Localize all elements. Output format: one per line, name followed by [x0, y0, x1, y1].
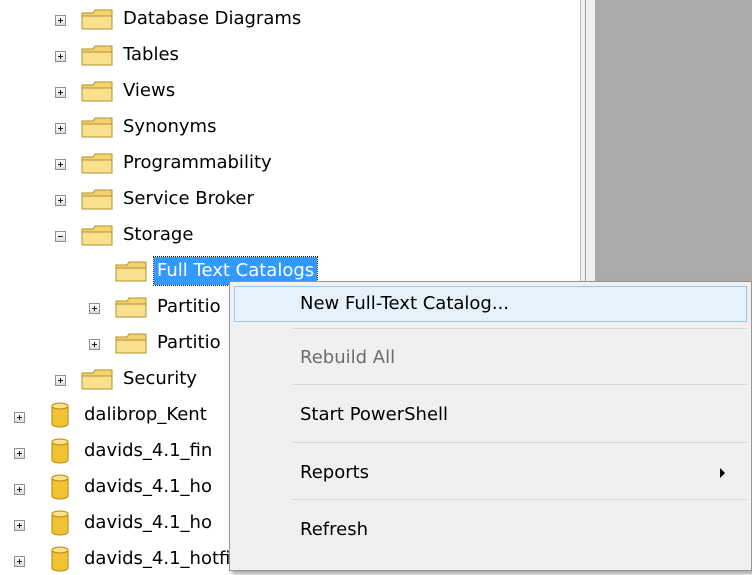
- expand-plus-icon[interactable]: [14, 484, 25, 495]
- menu-separator: [292, 499, 747, 500]
- database-icon: [51, 438, 69, 464]
- database-icon: [51, 474, 69, 500]
- tree-node-label: Security: [123, 368, 197, 389]
- tree-node-label: Database Diagrams: [123, 8, 302, 29]
- expand-plus-icon[interactable]: [55, 159, 66, 170]
- folder-icon: [81, 9, 113, 30]
- database-icon: [51, 510, 69, 536]
- expand-plus-icon[interactable]: [14, 448, 25, 459]
- folder-icon: [81, 153, 113, 174]
- menu-item-label: Reports: [300, 462, 370, 483]
- tree-node-label: davids_4.1_fin: [84, 440, 213, 461]
- tree-node-label: Partitio: [157, 332, 221, 353]
- tree-node-label: Service Broker: [123, 188, 254, 209]
- expand-plus-icon[interactable]: [55, 123, 66, 134]
- database-icon: [51, 402, 69, 428]
- collapse-minus-icon[interactable]: [55, 231, 66, 242]
- submenu-arrow-icon: [720, 468, 725, 478]
- expand-plus-icon[interactable]: [55, 87, 66, 98]
- folder-icon: [115, 333, 147, 354]
- folder-icon: [115, 261, 147, 282]
- menu-separator: [292, 328, 747, 329]
- expand-plus-icon[interactable]: [14, 520, 25, 531]
- menu-item-label: New Full-Text Catalog...: [300, 293, 510, 314]
- tree-node-label: Storage: [123, 224, 194, 245]
- menu-item-start-powershell[interactable]: Start PowerShell: [234, 397, 747, 433]
- expand-plus-icon[interactable]: [55, 195, 66, 206]
- expand-plus-icon[interactable]: [14, 412, 25, 423]
- folder-icon: [81, 189, 113, 210]
- folder-icon: [81, 369, 113, 390]
- expand-plus-icon[interactable]: [89, 339, 100, 350]
- tree-node-label: Synonyms: [123, 116, 217, 137]
- tree-node-label: Views: [123, 80, 176, 101]
- expand-plus-icon[interactable]: [55, 375, 66, 386]
- menu-item-new-full-text-catalog[interactable]: New Full-Text Catalog...: [234, 286, 747, 322]
- database-icon: [51, 546, 69, 572]
- menu-separator: [292, 384, 747, 385]
- menu-separator: [292, 442, 747, 443]
- folder-icon: [115, 297, 147, 318]
- menu-item-label: Start PowerShell: [300, 404, 449, 425]
- folder-icon: [81, 81, 113, 102]
- menu-item-label: Rebuild All: [300, 347, 396, 368]
- menu-item-label: Refresh: [300, 519, 368, 540]
- tree-node-label: dalibrop_Kent: [84, 404, 207, 425]
- context-menu: New Full-Text Catalog... Rebuild All Sta…: [229, 281, 752, 571]
- tree-node-label: davids_4.1_ho: [84, 512, 212, 533]
- expand-plus-icon[interactable]: [55, 51, 66, 62]
- expand-plus-icon[interactable]: [55, 15, 66, 26]
- tree-node-label: Programmability: [123, 152, 272, 173]
- tree-node-label: Tables: [123, 44, 179, 65]
- menu-item-refresh[interactable]: Refresh: [234, 512, 747, 548]
- menu-item-reports[interactable]: Reports: [234, 455, 747, 491]
- folder-icon: [81, 225, 113, 246]
- expand-plus-icon[interactable]: [89, 303, 100, 314]
- tree-node-label: davids_4.1_ho: [84, 476, 212, 497]
- expand-plus-icon[interactable]: [14, 556, 25, 567]
- menu-item-rebuild-all[interactable]: Rebuild All: [234, 340, 747, 376]
- folder-icon: [81, 45, 113, 66]
- folder-icon: [81, 117, 113, 138]
- tree-node-label: Partitio: [157, 296, 221, 317]
